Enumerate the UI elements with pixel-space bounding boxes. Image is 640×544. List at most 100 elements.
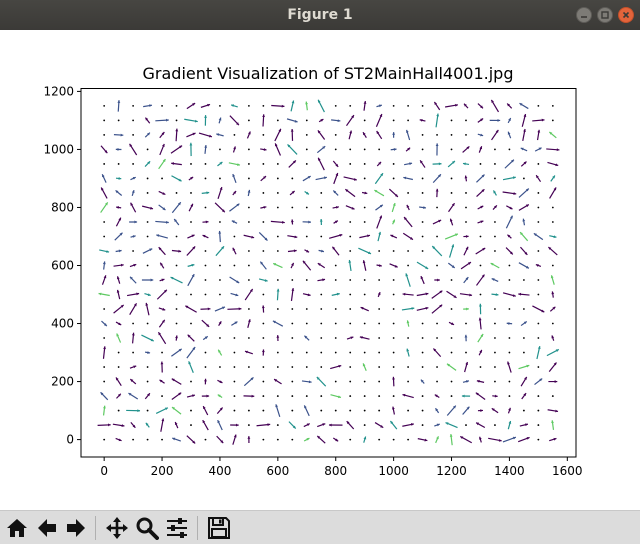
chart-title: Gradient Visualization of ST2MainHall400… [143, 64, 514, 83]
vector-dot [494, 148, 496, 151]
vector-dot [537, 438, 540, 441]
vector-dot [247, 148, 250, 151]
vector-dot [132, 322, 135, 325]
vector-dot [378, 279, 381, 281]
y-tick-label: 200 [51, 375, 74, 389]
vector-dot [247, 177, 250, 180]
x-tick-label: 1400 [494, 464, 525, 478]
vector-dot [219, 148, 221, 151]
vector-dot [103, 438, 106, 441]
vector-dot [219, 293, 221, 296]
vector-dot [247, 163, 250, 165]
vector-dot [334, 337, 337, 339]
vector-dot [204, 293, 207, 296]
vector-dot [450, 119, 453, 122]
vector-dot [349, 351, 352, 354]
vector-dot [320, 322, 323, 325]
gradient-arrow-head [251, 394, 255, 398]
vector-dot [146, 322, 149, 325]
gradient-arrow-head [308, 220, 311, 224]
vector-dot [508, 279, 511, 281]
vector-dot [291, 366, 294, 368]
pan-button[interactable] [104, 515, 130, 541]
vector-dot [175, 322, 178, 325]
vector-dot [276, 235, 279, 238]
vector-dot [305, 308, 308, 310]
vector-dot [450, 308, 453, 310]
vector-dot [117, 351, 120, 354]
vector-dot [421, 337, 424, 339]
gradient-arrow-head [236, 423, 239, 427]
vector-dot [537, 192, 540, 194]
close-button[interactable] [618, 7, 634, 23]
vector-dot [276, 192, 279, 194]
vector-dot [233, 409, 236, 412]
vector-dot [219, 105, 221, 107]
vector-dot [479, 264, 482, 267]
zoom-button[interactable] [134, 515, 160, 541]
vector-dot [262, 380, 265, 383]
vector-dot [276, 438, 279, 441]
vector-dot [363, 119, 366, 122]
gradient-arrow-head [281, 104, 285, 108]
vector-dot [522, 279, 525, 281]
vector-dot [407, 119, 410, 122]
vector-dot [320, 337, 323, 339]
gradient-arrow-head [205, 220, 209, 224]
vector-dot [349, 163, 352, 165]
maximize-button[interactable] [597, 7, 613, 23]
gradient-arrow-head [464, 334, 468, 338]
vector-dot [363, 221, 366, 223]
minimize-button[interactable] [576, 7, 592, 23]
vector-dot [117, 163, 120, 165]
vector-dot [305, 351, 308, 354]
vector-dot [494, 337, 496, 339]
gradient-arrow-head [435, 188, 439, 192]
vector-dot [551, 105, 554, 107]
vector-dot [551, 206, 554, 209]
vector-dot [551, 119, 554, 122]
vector-dot [103, 221, 106, 223]
vector-dot [363, 279, 366, 281]
vector-dot [363, 322, 366, 325]
configure-subplots-button[interactable] [164, 515, 190, 541]
quiver-plot[interactable]: Gradient Visualization of ST2MainHall400… [0, 30, 640, 510]
vector-dot [407, 409, 410, 412]
gradient-arrow-head [131, 332, 135, 336]
forward-button[interactable] [63, 515, 89, 541]
gradient-arrow-head [554, 380, 558, 384]
gradient-arrow-head [437, 278, 440, 282]
vector-dot [305, 119, 308, 122]
gradient-arrow-head [290, 219, 294, 223]
vector-dot [378, 337, 381, 339]
vector-dot [103, 235, 106, 238]
vector-dot [291, 438, 294, 441]
save-button[interactable] [206, 515, 232, 541]
vector-dot [349, 308, 352, 310]
vector-dot [378, 366, 381, 368]
vector-dot [334, 351, 337, 354]
vector-dot [421, 148, 424, 151]
sliders-icon [167, 518, 187, 538]
vector-dot [334, 134, 337, 136]
vector-dot [103, 337, 106, 339]
vector-dot [276, 119, 279, 122]
vector-dot [392, 105, 395, 107]
vector-dot [320, 351, 323, 354]
vector-dot [436, 206, 438, 209]
vector-dot [450, 134, 453, 136]
figure-canvas[interactable]: Gradient Visualization of ST2MainHall400… [0, 30, 640, 510]
vector-dot [175, 264, 178, 267]
vector-dot [262, 192, 265, 194]
vector-dot [233, 235, 236, 238]
back-button[interactable] [34, 515, 60, 541]
vector-dot [378, 308, 381, 310]
vector-dot [291, 351, 294, 354]
vector-dot [508, 148, 511, 151]
vector-dot [175, 293, 178, 296]
gradient-arrow-head [262, 114, 266, 118]
home-button[interactable] [4, 515, 30, 541]
vector-dot [305, 395, 308, 397]
gradient-arrow-head [261, 349, 265, 353]
vector-dot [103, 119, 106, 122]
